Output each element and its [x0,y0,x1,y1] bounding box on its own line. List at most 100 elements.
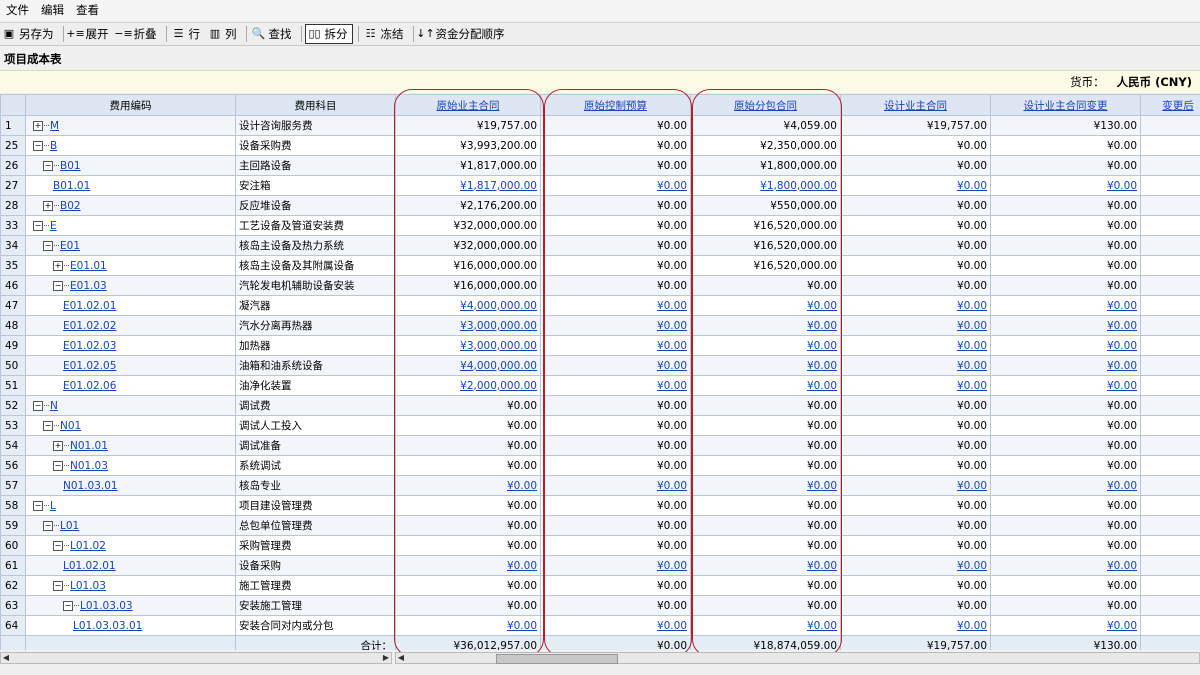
cost-code-link[interactable]: E01.02.03 [63,340,116,352]
amount-link[interactable]: ¥1,817,000.00 [460,180,537,192]
cost-code-link[interactable]: N01 [60,420,81,432]
amount-link[interactable]: ¥3,000,000.00 [460,340,537,352]
cost-code-link[interactable]: E01.02.06 [63,380,116,392]
cost-code-link[interactable]: E01.02.05 [63,360,116,372]
amount-link[interactable]: ¥0.00 [807,620,837,632]
amount-link[interactable]: ¥0.00 [807,300,837,312]
cost-code-link[interactable]: L01.02 [70,540,106,552]
expand-toggle-icon[interactable]: + [53,260,63,271]
cost-code-link[interactable]: E01.03 [70,280,107,292]
amount-link[interactable]: ¥0.00 [507,480,537,492]
amount-link[interactable]: ¥0.00 [957,380,987,392]
collapse-toggle-icon[interactable]: − [53,460,63,471]
amount-link[interactable]: ¥0.00 [807,320,837,332]
amount-link[interactable]: ¥0.00 [507,560,537,572]
collapse-toggle-icon[interactable]: − [53,540,63,551]
collapse-toggle-icon[interactable]: − [33,220,43,231]
expand-toggle-icon[interactable]: + [33,120,43,131]
cost-code-link[interactable]: B01 [60,160,81,172]
amount-link[interactable]: ¥4,000,000.00 [460,300,537,312]
amount-link[interactable]: ¥0.00 [657,180,687,192]
col-header-original-owner-contract[interactable]: 原始业主合同 [395,94,541,116]
menu-item-0[interactable]: 文件 [0,2,35,18]
cost-code-link[interactable]: M [50,120,59,132]
amount-link[interactable]: ¥0.00 [657,320,687,332]
cost-code-link[interactable]: E01.01 [70,260,107,272]
collapse-toggle-icon[interactable]: − [53,280,63,291]
amount-link[interactable]: ¥0.00 [957,300,987,312]
cost-code-link[interactable]: E01 [60,240,80,252]
find-button[interactable]: 🔍 查找 [250,25,296,43]
cost-code-link[interactable]: B [50,140,57,152]
collapse-toggle-icon[interactable]: − [33,500,43,511]
cost-code-link[interactable]: B01.01 [53,180,90,192]
amount-link[interactable]: ¥1,800,000.00 [760,180,837,192]
expand-button[interactable]: +≡ 展开 [66,25,113,43]
scrollbar-thumb[interactable] [496,654,618,664]
col-header-after-change[interactable]: 变更后 [1140,94,1200,116]
cost-code-link[interactable]: E01.02.01 [63,300,116,312]
amount-link[interactable]: ¥0.00 [657,480,687,492]
col-header-original-subcontract[interactable]: 原始分包合同 [690,94,841,116]
amount-link[interactable]: ¥0.00 [807,560,837,572]
scroll-left-icon[interactable]: ◀ [1,653,11,663]
cost-code-link[interactable]: L01.03.03 [80,600,133,612]
scroll-right-icon[interactable]: ▶ [381,653,391,663]
freeze-button[interactable]: ☷ 冻结 [362,25,408,43]
amount-link[interactable]: ¥0.00 [1107,620,1137,632]
amount-link[interactable]: ¥3,000,000.00 [460,320,537,332]
amount-link[interactable]: ¥0.00 [957,620,987,632]
save-as-button[interactable]: ▣ 另存为 [0,25,58,43]
amount-link[interactable]: ¥0.00 [1107,560,1137,572]
col-header-original-control-budget[interactable]: 原始控制预算 [540,94,691,116]
cost-code-link[interactable]: N01.03 [70,460,108,472]
menu-item-2[interactable]: 查看 [70,2,105,18]
col-header-design-owner-contract[interactable]: 设计业主合同 [840,94,991,116]
cost-code-link[interactable]: L01.03.03.01 [73,620,142,632]
cost-code-link[interactable]: B02 [60,200,81,212]
amount-link[interactable]: ¥0.00 [657,380,687,392]
collapse-button[interactable]: −≡ 折叠 [114,25,161,43]
amount-link[interactable]: ¥0.00 [1107,380,1137,392]
amount-link[interactable]: ¥0.00 [1107,360,1137,372]
cost-code-link[interactable]: N01.03.01 [63,480,118,492]
amount-link[interactable]: ¥0.00 [957,180,987,192]
amount-link[interactable]: ¥0.00 [657,340,687,352]
amount-link[interactable]: ¥0.00 [957,360,987,372]
collapse-toggle-icon[interactable]: − [43,240,53,251]
fund-order-button[interactable]: ↓↑ 资金分配顺序 [416,25,509,43]
amount-link[interactable]: ¥0.00 [957,560,987,572]
cost-code-link[interactable]: E01.02.02 [63,320,116,332]
menu-item-1[interactable]: 编辑 [35,2,70,18]
col-header-design-owner-contract-change[interactable]: 设计业主合同变更 [990,94,1141,116]
cost-code-link[interactable]: L01 [60,520,79,532]
amount-link[interactable]: ¥0.00 [807,360,837,372]
amount-link[interactable]: ¥0.00 [1107,300,1137,312]
collapse-toggle-icon[interactable]: − [33,400,43,411]
expand-toggle-icon[interactable]: + [43,200,53,211]
collapse-toggle-icon[interactable]: − [33,140,43,151]
collapse-toggle-icon[interactable]: − [53,580,63,591]
expand-toggle-icon[interactable]: + [53,440,63,451]
cost-code-link[interactable]: E [50,220,57,232]
rows-button[interactable]: ☰ 行 [170,25,205,43]
amount-link[interactable]: ¥0.00 [957,340,987,352]
amount-link[interactable]: ¥0.00 [657,360,687,372]
amount-link[interactable]: ¥0.00 [1107,340,1137,352]
amount-link[interactable]: ¥0.00 [807,380,837,392]
amount-link[interactable]: ¥0.00 [1107,480,1137,492]
collapse-toggle-icon[interactable]: − [63,600,73,611]
amount-link[interactable]: ¥0.00 [657,560,687,572]
collapse-toggle-icon[interactable]: − [43,420,53,431]
left-horizontal-scrollbar[interactable]: ◀ ▶ [0,652,392,664]
amount-link[interactable]: ¥4,000,000.00 [460,360,537,372]
split-button[interactable]: ▯▯ 拆分 [304,24,353,44]
collapse-toggle-icon[interactable]: − [43,520,53,531]
amount-link[interactable]: ¥0.00 [957,480,987,492]
right-horizontal-scrollbar[interactable]: ◀ [395,652,1200,664]
columns-button[interactable]: ▥ 列 [206,25,241,43]
cost-code-link[interactable]: N [50,400,58,412]
scroll-left-icon[interactable]: ◀ [396,653,406,663]
amount-link[interactable]: ¥0.00 [657,620,687,632]
amount-link[interactable]: ¥0.00 [957,320,987,332]
